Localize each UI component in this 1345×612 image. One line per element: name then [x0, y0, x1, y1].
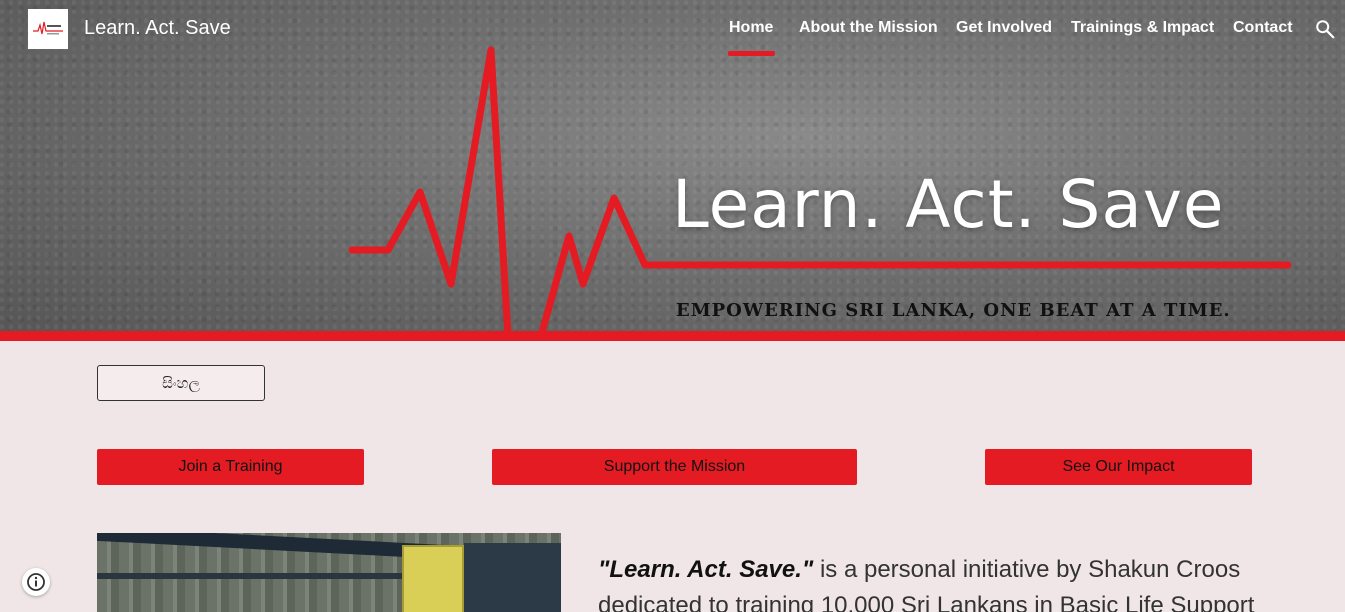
nav-active-indicator — [728, 51, 775, 56]
main-nav: Home About the Mission Get Involved Trai… — [0, 19, 1345, 59]
training-photo — [97, 533, 561, 612]
nav-item-contact[interactable]: Contact — [1233, 19, 1293, 37]
see-impact-button[interactable]: See Our Impact — [985, 449, 1252, 485]
hero-tagline: EMPOWERING SRI LANKA, ONE BEAT AT A TIME… — [676, 300, 1231, 321]
hero-divider — [0, 331, 1345, 341]
intro-lead: "Learn. Act. Save." — [598, 556, 814, 583]
photo-yellow-cabinet — [402, 545, 464, 612]
support-mission-button[interactable]: Support the Mission — [492, 449, 857, 485]
search-icon[interactable] — [1314, 18, 1336, 40]
nav-item-about-the-mission[interactable]: About the Mission — [799, 19, 938, 37]
intro-paragraph: "Learn. Act. Save." is a personal initia… — [598, 552, 1278, 612]
hero-title: Learn. Act. Save — [672, 166, 1225, 243]
photo-dark-area — [464, 543, 561, 612]
intro-line-2: dedicated to training 10,000 Sri Lankans… — [598, 592, 1255, 612]
join-training-button[interactable]: Join a Training — [97, 449, 364, 485]
top-navigation-bar: Learn. Act. Save Home About the Mission … — [0, 0, 1345, 60]
nav-item-trainings-impact[interactable]: Trainings & Impact — [1071, 19, 1214, 37]
intro-text: is a personal initiative by Shakun Croos — [813, 556, 1241, 583]
nav-item-get-involved[interactable]: Get Involved — [956, 19, 1052, 37]
sinhala-language-button[interactable]: සිංහල — [97, 365, 265, 401]
info-icon — [27, 573, 45, 591]
nav-item-home[interactable]: Home — [729, 19, 773, 37]
info-button[interactable] — [22, 568, 50, 596]
